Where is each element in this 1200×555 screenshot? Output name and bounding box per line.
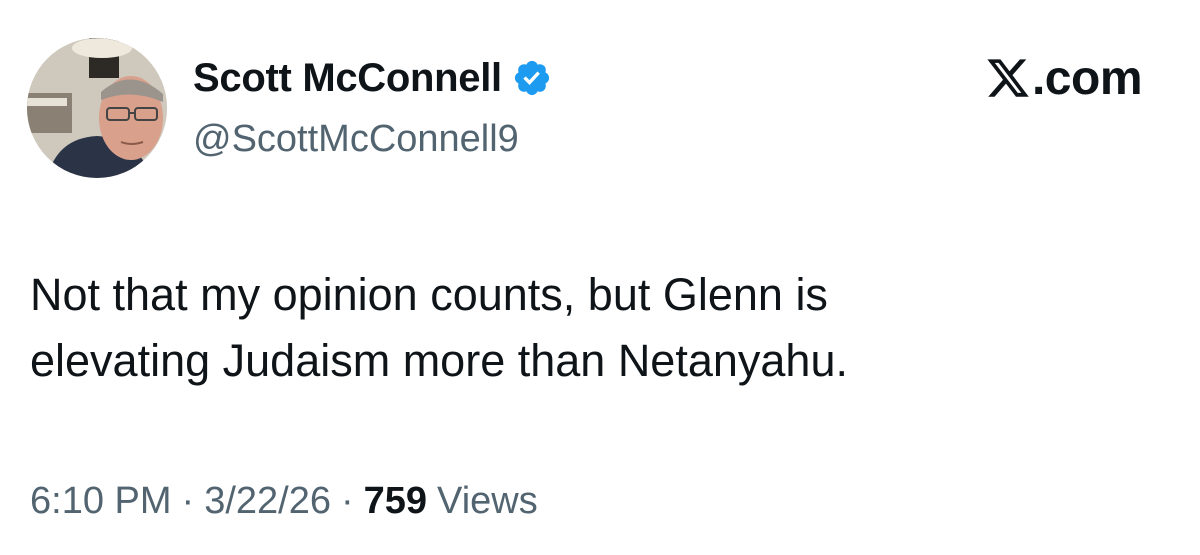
verified-badge-icon[interactable] [512, 58, 552, 98]
tweet-date[interactable]: 3/22/26 [204, 480, 331, 523]
tweet-text-line: elevating Judaism more than Netanyahu. [30, 335, 848, 386]
avatar-photo [27, 38, 167, 178]
author-display-name[interactable]: Scott McConnell [193, 56, 502, 101]
x-logo-icon [984, 55, 1032, 101]
tweet-meta: 6:10 PM · 3/22/26 · 759 Views [30, 480, 538, 523]
brand-domain: .com [1031, 51, 1143, 105]
views-count[interactable]: 759 [364, 480, 427, 523]
author-name-row: Scott McConnell [193, 52, 552, 104]
author-handle[interactable]: @ScottMcConnell9 [193, 118, 519, 161]
meta-separator: · [181, 480, 195, 522]
views-label[interactable]: Views [437, 480, 538, 523]
tweet-text: Not that my opinion counts, but Glenn is… [30, 262, 1130, 394]
tweet-text-line: Not that my opinion counts, but Glenn is [30, 269, 828, 320]
tweet-card: Scott McConnell @ScottMcConnell9 .com No… [0, 0, 1200, 555]
brand-watermark: .com [984, 50, 1143, 106]
tweet-time[interactable]: 6:10 PM [30, 480, 172, 523]
meta-separator: · [340, 480, 354, 522]
avatar[interactable] [27, 38, 167, 178]
